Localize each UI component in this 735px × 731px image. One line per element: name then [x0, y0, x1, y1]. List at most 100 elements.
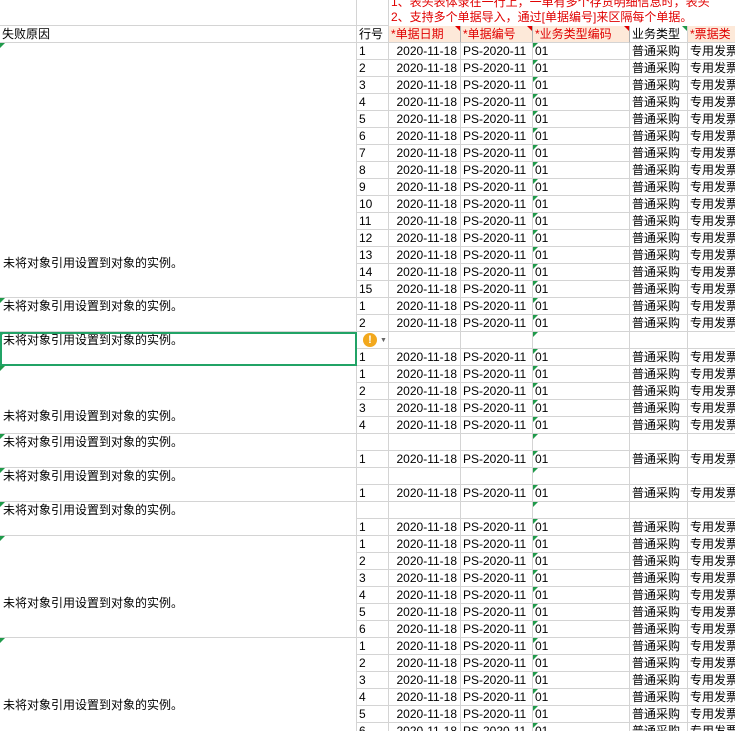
invoice-type-cell[interactable]: 专用发票 — [688, 213, 735, 230]
row-no-cell[interactable]: 4 — [357, 587, 389, 604]
code-cell[interactable]: PS-2020-11 — [461, 638, 533, 655]
invoice-type-cell[interactable]: 专用发票 — [688, 553, 735, 570]
date-cell[interactable]: 2020-11-18 — [389, 706, 461, 723]
invoice-type-cell[interactable]: 专用发票 — [688, 298, 735, 315]
biz-code-cell[interactable]: 01 — [533, 315, 630, 332]
invoice-type-cell[interactable]: 专用发票 — [688, 655, 735, 672]
row-no-cell[interactable]: 4 — [357, 689, 389, 706]
invoice-type-cell[interactable]: 专用发票 — [688, 587, 735, 604]
biz-code-cell[interactable]: 01 — [533, 366, 630, 383]
empty-cell[interactable] — [389, 332, 461, 349]
code-cell[interactable]: PS-2020-11 — [461, 43, 533, 60]
date-cell[interactable]: 2020-11-18 — [389, 111, 461, 128]
invoice-type-cell[interactable]: 专用发票 — [688, 77, 735, 94]
biz-code-cell[interactable]: 01 — [533, 77, 630, 94]
date-cell[interactable]: 2020-11-18 — [389, 247, 461, 264]
code-cell[interactable]: PS-2020-11 — [461, 77, 533, 94]
biz-code-cell[interactable]: 01 — [533, 213, 630, 230]
biz-type-cell[interactable]: 普通采购 — [630, 655, 688, 672]
row-no-cell[interactable]: 9 — [357, 179, 389, 196]
biz-type-cell[interactable]: 普通采购 — [630, 366, 688, 383]
biz-code-cell[interactable]: 01 — [533, 451, 630, 468]
row-no-cell[interactable]: 5 — [357, 604, 389, 621]
biz-type-cell[interactable]: 普通采购 — [630, 179, 688, 196]
empty-cell[interactable] — [688, 468, 735, 485]
row-no-cell[interactable]: 11 — [357, 213, 389, 230]
biz-code-cell[interactable]: 01 — [533, 485, 630, 502]
biz-code-cell[interactable]: 01 — [533, 689, 630, 706]
code-cell[interactable]: PS-2020-11 — [461, 536, 533, 553]
empty-cell[interactable] — [630, 502, 688, 519]
row-no-cell[interactable]: 1 — [357, 349, 389, 366]
row-no-cell[interactable]: 3 — [357, 672, 389, 689]
code-cell[interactable]: PS-2020-11 — [461, 383, 533, 400]
row-no-cell[interactable]: 2 — [357, 553, 389, 570]
invoice-type-cell[interactable]: 专用发票 — [688, 264, 735, 281]
date-cell[interactable]: 2020-11-18 — [389, 723, 461, 731]
code-cell[interactable]: PS-2020-11 — [461, 281, 533, 298]
biz-type-cell[interactable]: 普通采购 — [630, 264, 688, 281]
biz-code-cell[interactable]: 01 — [533, 60, 630, 77]
row-no-cell[interactable]: 1 — [357, 298, 389, 315]
row-no-cell[interactable]: 15 — [357, 281, 389, 298]
code-cell[interactable]: PS-2020-11 — [461, 349, 533, 366]
date-cell[interactable]: 2020-11-18 — [389, 604, 461, 621]
date-cell[interactable]: 2020-11-18 — [389, 77, 461, 94]
biz-type-cell[interactable]: 普通采购 — [630, 383, 688, 400]
date-cell[interactable]: 2020-11-18 — [389, 400, 461, 417]
invoice-type-cell[interactable]: 专用发票 — [688, 94, 735, 111]
code-cell[interactable]: PS-2020-11 — [461, 315, 533, 332]
invoice-type-cell[interactable]: 专用发票 — [688, 162, 735, 179]
date-cell[interactable]: 2020-11-18 — [389, 196, 461, 213]
code-cell[interactable]: PS-2020-11 — [461, 553, 533, 570]
code-cell[interactable]: PS-2020-11 — [461, 604, 533, 621]
row-no-cell[interactable]: 4 — [357, 94, 389, 111]
biz-code-cell[interactable]: 01 — [533, 281, 630, 298]
biz-code-cell[interactable]: 01 — [533, 400, 630, 417]
invoice-type-cell[interactable]: 专用发票 — [688, 638, 735, 655]
row-no-cell[interactable]: 1 — [357, 451, 389, 468]
invoice-type-cell[interactable]: 专用发票 — [688, 60, 735, 77]
biz-code-cell[interactable]: 01 — [533, 196, 630, 213]
row-no-cell[interactable]: 2 — [357, 315, 389, 332]
biz-type-cell[interactable]: 普通采购 — [630, 162, 688, 179]
row-no-cell[interactable]: 2 — [357, 60, 389, 77]
biz-code-cell[interactable]: 01 — [533, 536, 630, 553]
code-cell[interactable]: PS-2020-11 — [461, 519, 533, 536]
invoice-type-cell[interactable]: 专用发票 — [688, 111, 735, 128]
biz-code-cell[interactable]: 01 — [533, 706, 630, 723]
header-biz-type[interactable]: 业务类型 — [630, 26, 688, 43]
empty-cell[interactable] — [461, 434, 533, 451]
empty-cell[interactable] — [357, 332, 389, 349]
empty-cell[interactable] — [630, 332, 688, 349]
empty-cell[interactable] — [461, 332, 533, 349]
code-cell[interactable]: PS-2020-11 — [461, 128, 533, 145]
biz-type-cell[interactable]: 普通采购 — [630, 587, 688, 604]
biz-type-cell[interactable]: 普通采购 — [630, 485, 688, 502]
empty-cell[interactable] — [688, 332, 735, 349]
code-cell[interactable]: PS-2020-11 — [461, 179, 533, 196]
biz-type-cell[interactable]: 普通采购 — [630, 706, 688, 723]
code-cell[interactable]: PS-2020-11 — [461, 723, 533, 731]
biz-code-cell[interactable]: 01 — [533, 638, 630, 655]
biz-code-cell[interactable]: 01 — [533, 672, 630, 689]
date-cell[interactable]: 2020-11-18 — [389, 349, 461, 366]
biz-type-cell[interactable]: 普通采购 — [630, 196, 688, 213]
biz-type-cell[interactable]: 普通采购 — [630, 213, 688, 230]
biz-type-cell[interactable]: 普通采购 — [630, 417, 688, 434]
invoice-type-cell[interactable]: 专用发票 — [688, 145, 735, 162]
row-no-cell[interactable]: 7 — [357, 145, 389, 162]
biz-code-cell[interactable]: 01 — [533, 298, 630, 315]
biz-type-cell[interactable]: 普通采购 — [630, 94, 688, 111]
fail-reason-cell[interactable]: 未将对象引用设置到对象的实例。 — [0, 468, 357, 502]
date-cell[interactable]: 2020-11-18 — [389, 366, 461, 383]
row-no-cell[interactable]: 6 — [357, 128, 389, 145]
row-no-cell[interactable]: 1 — [357, 366, 389, 383]
date-cell[interactable]: 2020-11-18 — [389, 298, 461, 315]
date-cell[interactable]: 2020-11-18 — [389, 145, 461, 162]
row-no-cell[interactable]: 4 — [357, 417, 389, 434]
code-cell[interactable]: PS-2020-11 — [461, 298, 533, 315]
date-cell[interactable]: 2020-11-18 — [389, 587, 461, 604]
biz-type-cell[interactable]: 普通采购 — [630, 60, 688, 77]
biz-type-cell[interactable]: 普通采购 — [630, 315, 688, 332]
